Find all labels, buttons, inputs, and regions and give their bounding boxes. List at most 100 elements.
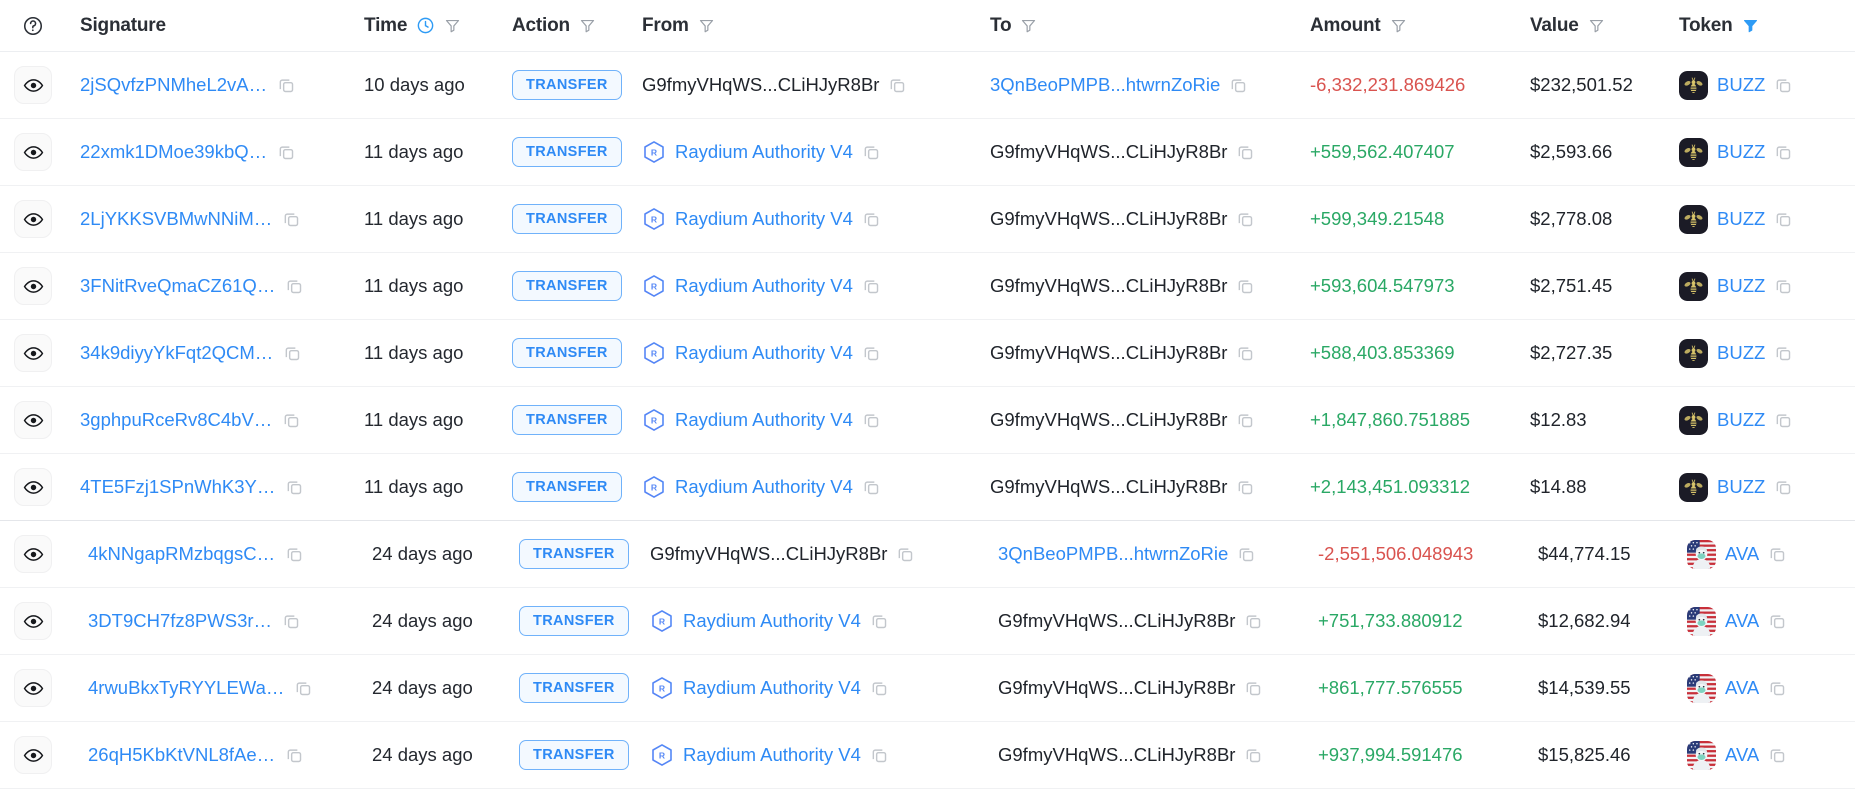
action-badge[interactable]: TRANSFER bbox=[512, 70, 622, 100]
token-symbol[interactable]: BUZZ bbox=[1717, 409, 1765, 431]
copy-icon-from[interactable] bbox=[862, 143, 881, 162]
copy-icon-from[interactable] bbox=[862, 411, 881, 430]
copy-icon-to[interactable] bbox=[1236, 277, 1255, 296]
token-symbol[interactable]: BUZZ bbox=[1717, 208, 1765, 230]
from-address[interactable]: Raydium Authority V4 bbox=[675, 409, 853, 431]
copy-icon-signature[interactable] bbox=[285, 478, 304, 497]
copy-icon-signature[interactable] bbox=[282, 210, 301, 229]
copy-icon-token[interactable] bbox=[1774, 210, 1793, 229]
copy-icon-token[interactable] bbox=[1774, 143, 1793, 162]
copy-icon-to[interactable] bbox=[1244, 746, 1263, 765]
action-badge[interactable]: TRANSFER bbox=[512, 204, 622, 234]
from-address[interactable]: Raydium Authority V4 bbox=[683, 744, 861, 766]
from-address[interactable]: Raydium Authority V4 bbox=[683, 677, 861, 699]
action-badge[interactable]: TRANSFER bbox=[519, 673, 629, 703]
table-row[interactable]: 2LjYKKSVBMwNNiM… 11 days ago TRANSFER R … bbox=[0, 186, 1855, 253]
copy-icon-to[interactable] bbox=[1229, 76, 1248, 95]
eye-icon[interactable] bbox=[14, 468, 52, 506]
action-badge[interactable]: TRANSFER bbox=[512, 472, 622, 502]
copy-icon-from[interactable] bbox=[862, 210, 881, 229]
copy-icon-from[interactable] bbox=[870, 612, 889, 631]
copy-icon-token[interactable] bbox=[1774, 277, 1793, 296]
table-row[interactable]: 22xmk1DMoe39kbQ… 11 days ago TRANSFER R … bbox=[0, 119, 1855, 186]
header-token[interactable]: Token bbox=[1665, 15, 1835, 37]
header-signature[interactable]: Signature bbox=[66, 15, 360, 37]
copy-icon-from[interactable] bbox=[870, 679, 889, 698]
action-badge[interactable]: TRANSFER bbox=[519, 740, 629, 770]
signature-link[interactable]: 4rwuBkxTyRYYLEWa… bbox=[88, 677, 284, 699]
copy-icon-signature[interactable] bbox=[283, 344, 302, 363]
filter-icon-time[interactable] bbox=[444, 17, 461, 34]
token-symbol[interactable]: AVA bbox=[1725, 610, 1759, 632]
copy-icon-signature[interactable] bbox=[277, 143, 296, 162]
action-badge[interactable]: TRANSFER bbox=[512, 137, 622, 167]
token-symbol[interactable]: BUZZ bbox=[1717, 74, 1765, 96]
filter-icon-token-active[interactable] bbox=[1742, 17, 1759, 34]
copy-icon-to[interactable] bbox=[1244, 612, 1263, 631]
copy-icon-to[interactable] bbox=[1236, 344, 1255, 363]
copy-icon-token[interactable] bbox=[1774, 411, 1793, 430]
table-row[interactable]: 4TE5Fzj1SPnWhK3Y… 11 days ago TRANSFER R… bbox=[0, 454, 1855, 521]
header-to[interactable]: To bbox=[980, 15, 1300, 37]
to-address[interactable]: 3QnBeoPMPB...htwrnZoRie bbox=[998, 543, 1228, 565]
copy-icon-to[interactable] bbox=[1237, 545, 1256, 564]
copy-icon-to[interactable] bbox=[1244, 679, 1263, 698]
token-symbol[interactable]: BUZZ bbox=[1717, 275, 1765, 297]
token-symbol[interactable]: AVA bbox=[1725, 744, 1759, 766]
copy-icon-signature[interactable] bbox=[282, 411, 301, 430]
token-symbol[interactable]: BUZZ bbox=[1717, 342, 1765, 364]
signature-link[interactable]: 3FNitRveQmaCZ61Q… bbox=[80, 275, 275, 297]
action-badge[interactable]: TRANSFER bbox=[512, 405, 622, 435]
copy-icon-signature[interactable] bbox=[282, 612, 301, 631]
copy-icon-signature[interactable] bbox=[277, 76, 296, 95]
copy-icon-from[interactable] bbox=[888, 76, 907, 95]
copy-icon-to[interactable] bbox=[1236, 143, 1255, 162]
copy-icon-token[interactable] bbox=[1768, 612, 1787, 631]
action-badge[interactable]: TRANSFER bbox=[519, 606, 629, 636]
copy-icon-from[interactable] bbox=[862, 478, 881, 497]
signature-link[interactable]: 2LjYKKSVBMwNNiM… bbox=[80, 208, 272, 230]
from-address[interactable]: Raydium Authority V4 bbox=[675, 275, 853, 297]
from-address[interactable]: Raydium Authority V4 bbox=[675, 476, 853, 498]
copy-icon-to[interactable] bbox=[1236, 210, 1255, 229]
eye-icon[interactable] bbox=[14, 267, 52, 305]
filter-icon-from[interactable] bbox=[698, 17, 715, 34]
eye-icon[interactable] bbox=[14, 602, 52, 640]
header-amount[interactable]: Amount bbox=[1300, 15, 1520, 37]
token-symbol[interactable]: BUZZ bbox=[1717, 476, 1765, 498]
copy-icon-from[interactable] bbox=[862, 277, 881, 296]
eye-icon[interactable] bbox=[14, 736, 52, 774]
token-symbol[interactable]: AVA bbox=[1725, 543, 1759, 565]
help-circle-icon[interactable] bbox=[22, 15, 44, 37]
copy-icon-signature[interactable] bbox=[285, 277, 304, 296]
eye-icon[interactable] bbox=[14, 66, 52, 104]
copy-icon-token[interactable] bbox=[1768, 545, 1787, 564]
copy-icon-token[interactable] bbox=[1774, 478, 1793, 497]
signature-link[interactable]: 3gphpuRceRv8C4bV… bbox=[80, 409, 272, 431]
signature-link[interactable]: 3DT9CH7fz8PWS3r… bbox=[88, 610, 272, 632]
filter-icon-amount[interactable] bbox=[1390, 17, 1407, 34]
copy-icon-token[interactable] bbox=[1768, 679, 1787, 698]
filter-icon-action[interactable] bbox=[579, 17, 596, 34]
copy-icon-token[interactable] bbox=[1774, 344, 1793, 363]
signature-link[interactable]: 4TE5Fzj1SPnWhK3Y… bbox=[80, 476, 275, 498]
token-symbol[interactable]: BUZZ bbox=[1717, 141, 1765, 163]
copy-icon-from[interactable] bbox=[870, 746, 889, 765]
table-row[interactable]: 3FNitRveQmaCZ61Q… 11 days ago TRANSFER R… bbox=[0, 253, 1855, 320]
copy-icon-signature[interactable] bbox=[285, 545, 304, 564]
header-from[interactable]: From bbox=[634, 15, 980, 37]
from-address[interactable]: Raydium Authority V4 bbox=[683, 610, 861, 632]
token-symbol[interactable]: AVA bbox=[1725, 677, 1759, 699]
copy-icon-token[interactable] bbox=[1768, 746, 1787, 765]
eye-icon[interactable] bbox=[14, 133, 52, 171]
table-row[interactable]: 4kNNgapRMzbqgsC… 24 days ago TRANSFER G9… bbox=[0, 521, 1855, 588]
eye-icon[interactable] bbox=[14, 535, 52, 573]
eye-icon[interactable] bbox=[14, 200, 52, 238]
signature-link[interactable]: 26qH5KbKtVNL8fAe… bbox=[88, 744, 275, 766]
copy-icon-signature[interactable] bbox=[294, 679, 313, 698]
copy-icon-signature[interactable] bbox=[285, 746, 304, 765]
table-row[interactable]: 34k9diyyYkFqt2QCM… 11 days ago TRANSFER … bbox=[0, 320, 1855, 387]
filter-icon-value[interactable] bbox=[1588, 17, 1605, 34]
table-row[interactable]: 2jSQvfzPNMheL2vA… 10 days ago TRANSFER G… bbox=[0, 52, 1855, 119]
eye-icon[interactable] bbox=[14, 669, 52, 707]
